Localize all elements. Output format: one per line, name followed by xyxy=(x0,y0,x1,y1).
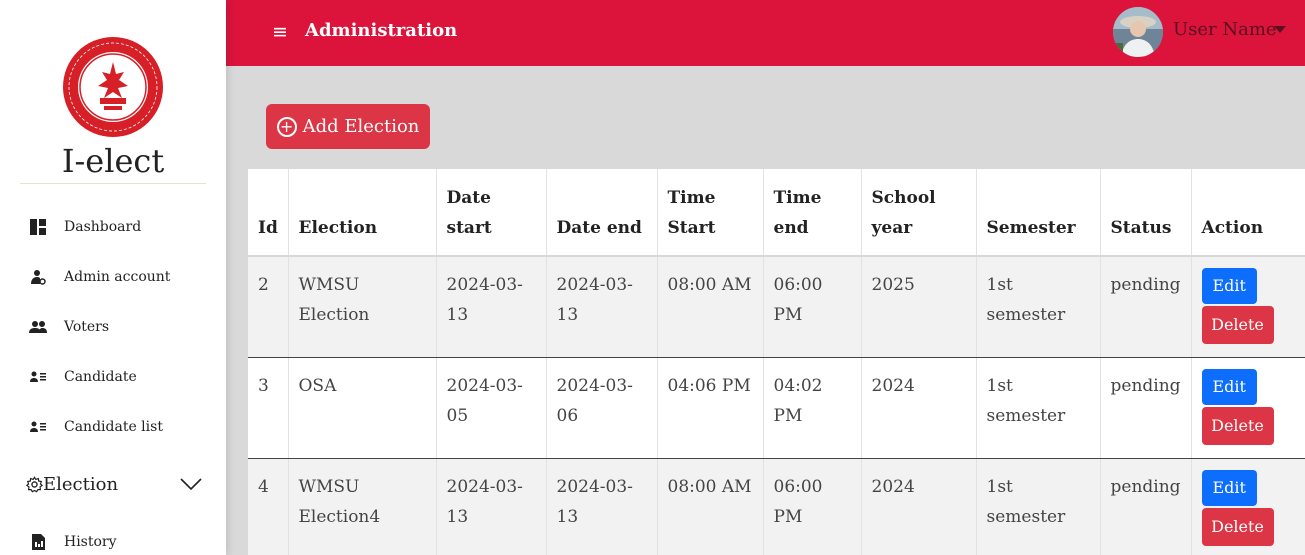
cell-election: WMSU Election4 xyxy=(288,458,437,555)
sidebar-item-candidate-list[interactable]: Candidate list xyxy=(28,418,163,436)
column-header-school-year[interactable]: School year xyxy=(861,169,977,257)
sidebar-item-label: Admin account xyxy=(64,269,171,285)
add-election-button[interactable]: + Add Election xyxy=(266,104,430,149)
candidate-icon xyxy=(28,368,48,386)
cell-date-end: 2024-03-13 xyxy=(546,458,658,555)
cell-date-start: 2024-03-13 xyxy=(436,458,547,555)
hamburger-menu-icon[interactable]: ≡ xyxy=(272,21,288,43)
file-icon xyxy=(28,533,48,551)
cell-date-end: 2024-03-13 xyxy=(546,256,658,358)
cell-date-start: 2024-03-05 xyxy=(436,357,547,459)
brand-divider xyxy=(20,183,206,184)
delete-button[interactable]: Delete xyxy=(1201,306,1274,344)
edit-button[interactable]: Edit xyxy=(1201,470,1257,506)
cell-election: OSA xyxy=(288,357,437,459)
column-header-date-start[interactable]: Date start xyxy=(436,169,547,257)
caret-down-icon[interactable] xyxy=(1274,26,1286,33)
sidebar-item-admin-account[interactable]: Admin account xyxy=(28,268,170,286)
table-header-row: Id Election Date start Date end Time Sta… xyxy=(248,169,1305,257)
cell-time-end: 04:02 PM xyxy=(763,357,862,459)
column-header-election[interactable]: Election xyxy=(288,169,437,257)
sidebar: I-elect Dashboard Admin account Voters C… xyxy=(0,0,226,555)
elections-table-container: Id Election Date start Date end Time Sta… xyxy=(248,169,1305,555)
delete-button[interactable]: Delete xyxy=(1201,508,1274,546)
university-seal-logo xyxy=(62,36,164,138)
cell-election: WMSU Election xyxy=(288,256,437,358)
cell-status: pending xyxy=(1100,357,1192,459)
cell-status: pending xyxy=(1100,458,1192,555)
sidebar-item-label: History xyxy=(64,534,117,550)
sidebar-item-label: Candidate xyxy=(64,369,137,385)
plus-circle-icon: + xyxy=(276,116,297,137)
cell-id: 3 xyxy=(248,357,289,459)
cell-date-start: 2024-03-13 xyxy=(436,256,547,358)
user-name-dropdown[interactable]: User Name xyxy=(1173,19,1277,40)
cell-time-end: 06:00 PM xyxy=(763,458,862,555)
table-row: 2 WMSU Election 2024-03-13 2024-03-13 08… xyxy=(248,256,1305,358)
sidebar-item-label: Dashboard xyxy=(64,219,142,235)
edit-button[interactable]: Edit xyxy=(1201,369,1257,405)
edit-button[interactable]: Edit xyxy=(1201,268,1257,304)
cell-time-end: 06:00 PM xyxy=(763,256,862,358)
sidebar-item-label: Voters xyxy=(64,319,110,335)
page-title: Administration xyxy=(305,20,458,41)
user-avatar[interactable] xyxy=(1113,7,1163,57)
cell-action: Edit Delete xyxy=(1191,458,1305,555)
cell-date-end: 2024-03-06 xyxy=(546,357,658,459)
column-header-time-start[interactable]: Time Start xyxy=(657,169,764,257)
cell-semester: 1st semester xyxy=(976,458,1101,555)
cell-semester: 1st semester xyxy=(976,357,1101,459)
top-navbar: ≡ Administration User Name xyxy=(226,0,1305,66)
cell-id: 2 xyxy=(248,256,289,358)
column-header-action: Action xyxy=(1191,169,1305,257)
elections-table: Id Election Date start Date end Time Sta… xyxy=(248,169,1305,555)
cell-time-start: 08:00 AM xyxy=(657,256,764,358)
cell-action: Edit Delete xyxy=(1191,357,1305,459)
sidebar-item-candidate[interactable]: Candidate xyxy=(28,368,137,386)
cell-school-year: 2024 xyxy=(861,458,977,555)
users-icon xyxy=(28,318,48,336)
column-header-date-end[interactable]: Date end xyxy=(546,169,658,257)
cell-semester: 1st semester xyxy=(976,256,1101,358)
table-row: 3 OSA 2024-03-05 2024-03-06 04:06 PM 04:… xyxy=(248,357,1305,459)
brand-title: I-elect xyxy=(61,142,165,180)
cell-time-start: 08:00 AM xyxy=(657,458,764,555)
delete-button[interactable]: Delete xyxy=(1201,407,1274,445)
cell-status: pending xyxy=(1100,256,1192,358)
sidebar-item-dashboard[interactable]: Dashboard xyxy=(28,218,141,236)
sidebar-item-election[interactable]: Election xyxy=(26,474,202,495)
column-header-id[interactable]: Id xyxy=(248,169,289,257)
candidate-list-icon xyxy=(28,418,48,436)
add-election-label: Add Election xyxy=(302,116,420,137)
cell-school-year: 2025 xyxy=(861,256,977,358)
column-header-semester[interactable]: Semester xyxy=(976,169,1101,257)
admin-user-icon xyxy=(28,268,48,286)
column-header-status[interactable]: Status xyxy=(1100,169,1192,257)
chevron-down-icon[interactable] xyxy=(180,474,202,495)
cell-school-year: 2024 xyxy=(861,357,977,459)
sidebar-item-label: Election xyxy=(43,474,119,495)
table-row: 4 WMSU Election4 2024-03-13 2024-03-13 0… xyxy=(248,458,1305,555)
sidebar-item-label: Candidate list xyxy=(64,419,163,435)
cell-time-start: 04:06 PM xyxy=(657,357,764,459)
dashboard-icon xyxy=(28,218,48,236)
sidebar-item-voters[interactable]: Voters xyxy=(28,318,109,336)
sidebar-item-history[interactable]: History xyxy=(28,533,117,551)
cell-id: 4 xyxy=(248,458,289,555)
gear-icon xyxy=(26,476,43,493)
column-header-time-end[interactable]: Time end xyxy=(763,169,862,257)
cell-action: Edit Delete xyxy=(1191,256,1305,358)
